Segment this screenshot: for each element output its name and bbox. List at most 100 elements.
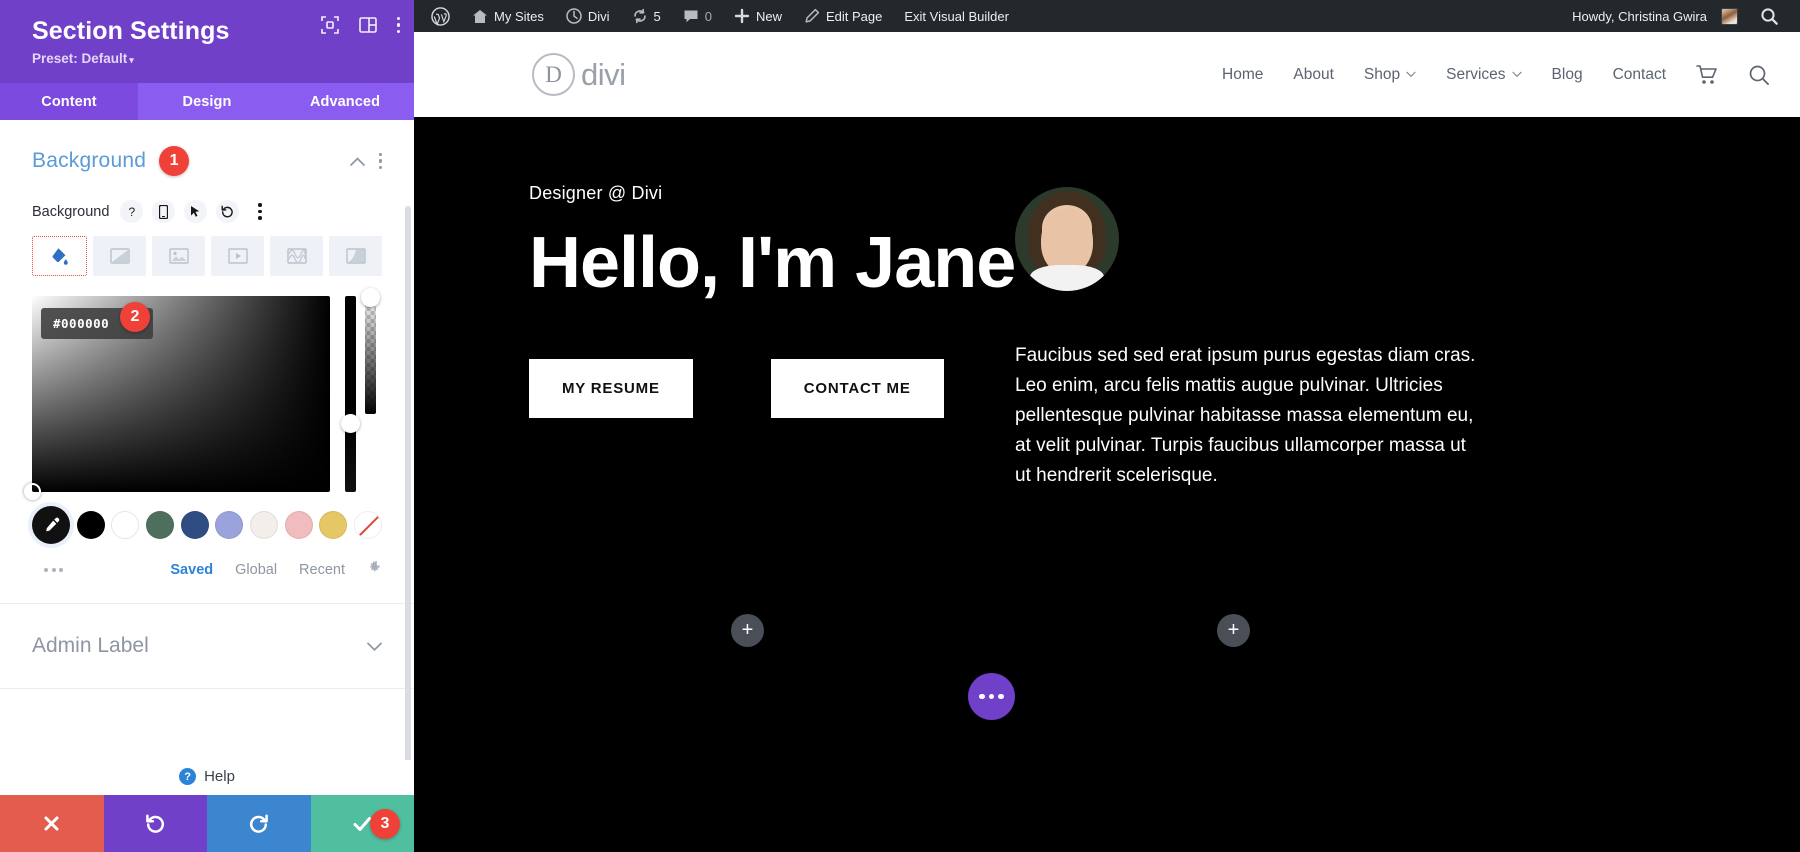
hover-cursor-icon[interactable] (184, 200, 207, 223)
search-icon[interactable] (1748, 64, 1770, 86)
nav-item-contact[interactable]: Contact (1613, 66, 1666, 84)
logo-wordmark: divi (581, 57, 626, 93)
annotation-badge-3: 3 (370, 809, 400, 839)
annotation-badge-1: 1 (159, 146, 189, 176)
cart-icon[interactable] (1696, 65, 1718, 85)
redo-button[interactable] (207, 795, 311, 852)
admin-label-title: Admin Label (32, 634, 149, 658)
background-section-header[interactable]: Background 1 (32, 120, 382, 176)
edit-page-link[interactable]: Edit Page (793, 0, 893, 32)
add-module-button-left[interactable]: + (731, 614, 764, 647)
saturation-area[interactable]: #000000 2 (32, 296, 330, 492)
chevron-down-icon[interactable] (367, 638, 382, 655)
page-settings-ellipsis-button[interactable] (968, 673, 1015, 720)
preset-selector[interactable]: Preset: Default▾ (32, 51, 394, 66)
hue-slider-handle[interactable] (341, 414, 360, 433)
nav-item-services[interactable]: Services (1446, 66, 1521, 84)
tab-design[interactable]: Design (138, 83, 276, 120)
nav-item-blog[interactable]: Blog (1552, 66, 1583, 84)
nav-label: Blog (1552, 66, 1583, 84)
exit-visual-builder-label: Exit Visual Builder (904, 9, 1009, 24)
nav-item-home[interactable]: Home (1222, 66, 1263, 84)
swatch-navy[interactable] (181, 511, 209, 539)
divi-menu[interactable]: Divi (555, 0, 621, 32)
alpha-slider-handle[interactable] (361, 288, 380, 307)
hero-right-column: Faucibus sed sed erat ipsum purus egesta… (1015, 187, 1575, 491)
swatch-off-white[interactable] (250, 511, 278, 539)
options-kebab-icon[interactable] (248, 200, 271, 223)
focus-target-icon[interactable] (321, 16, 339, 34)
new-content-menu[interactable]: New (723, 0, 793, 32)
swatch-periwinkle[interactable] (215, 511, 243, 539)
tab-advanced[interactable]: Advanced (276, 83, 414, 120)
hero-section: Designer @ Divi Hello, I'm Jane MY RESUM… (414, 117, 1800, 852)
swatch-pink[interactable] (285, 511, 313, 539)
site-logo[interactable]: D divi (532, 53, 626, 96)
nav-label: Services (1446, 66, 1505, 84)
site-header: D divi Home About Shop Services Blog Con… (414, 32, 1800, 117)
my-sites-menu[interactable]: My Sites (461, 0, 555, 32)
eyedropper-icon[interactable] (32, 506, 70, 544)
cancel-button[interactable] (0, 795, 104, 852)
section-kebab-icon[interactable] (379, 153, 383, 170)
preset-label: Preset: Default (32, 51, 127, 66)
undo-button[interactable] (104, 795, 208, 852)
color-picker[interactable]: #000000 2 (32, 296, 382, 492)
contact-me-button[interactable]: CONTACT ME (771, 359, 944, 418)
hero-left-column: Designer @ Divi Hello, I'm Jane MY RESUM… (529, 183, 1089, 418)
swatch-gold[interactable] (319, 511, 347, 539)
background-settings-group: Background 1 Background ? (0, 120, 414, 603)
nav-item-shop[interactable]: Shop (1364, 66, 1416, 84)
help-icon: ? (179, 768, 196, 785)
swatch-dark-green[interactable] (146, 511, 174, 539)
palette-tab-recent[interactable]: Recent (299, 562, 345, 578)
comments-count[interactable]: 0 (672, 0, 723, 32)
chevron-up-icon[interactable] (350, 154, 365, 169)
reset-undo-icon[interactable] (216, 200, 239, 223)
background-video-tab[interactable] (211, 236, 264, 276)
background-gradient-tab[interactable] (93, 236, 146, 276)
hue-slider[interactable] (345, 296, 356, 492)
logo-mark-icon: D (532, 53, 575, 96)
palette-footer: Saved Global Recent (32, 560, 382, 603)
panel-scrollbar[interactable] (405, 206, 411, 760)
section-divider-bottom (0, 688, 414, 689)
admin-label-section[interactable]: Admin Label (0, 604, 414, 688)
howdy-user-menu[interactable]: Howdy, Christina Gwira (1561, 0, 1749, 32)
alpha-slider[interactable] (365, 296, 376, 414)
howdy-label: Howdy, Christina Gwira (1572, 9, 1707, 24)
gear-icon[interactable] (367, 560, 382, 579)
swatch-transparent[interactable] (354, 511, 382, 539)
nav-label: Home (1222, 66, 1263, 84)
divi-label: Divi (588, 9, 610, 24)
swatch-white[interactable] (111, 511, 139, 539)
background-color-tab[interactable] (32, 236, 87, 276)
layout-columns-icon[interactable] (359, 16, 377, 34)
kebab-menu-icon[interactable] (397, 17, 401, 34)
background-pattern-tab[interactable] (270, 236, 323, 276)
palette-tab-saved[interactable]: Saved (170, 562, 213, 578)
nav-item-about[interactable]: About (1293, 66, 1334, 84)
search-icon[interactable] (1749, 0, 1790, 32)
exit-visual-builder-link[interactable]: Exit Visual Builder (893, 0, 1020, 32)
help-row[interactable]: ? Help (0, 760, 414, 795)
background-mask-tab[interactable] (329, 236, 382, 276)
save-button[interactable]: 3 (311, 795, 415, 852)
palette-tab-global[interactable]: Global (235, 562, 277, 578)
help-icon[interactable]: ? (120, 200, 143, 223)
background-image-tab[interactable] (152, 236, 205, 276)
more-swatches-icon[interactable] (44, 568, 63, 572)
hero-paragraph: Faucibus sed sed erat ipsum purus egesta… (1015, 341, 1485, 491)
tab-content[interactable]: Content (0, 83, 138, 120)
updates-count[interactable]: 5 (621, 0, 672, 32)
saturation-handle[interactable] (24, 483, 41, 500)
wordpress-logo-icon[interactable] (420, 0, 461, 32)
section-settings-panel: Section Settings Preset: Default▾ Conten… (0, 0, 414, 852)
add-module-button-right[interactable]: + (1217, 614, 1250, 647)
background-section-title: Background (32, 149, 146, 173)
swatch-black[interactable] (77, 511, 105, 539)
nav-label: Shop (1364, 66, 1400, 84)
responsive-phone-icon[interactable] (152, 200, 175, 223)
hex-value-text: #000000 (53, 316, 109, 331)
my-resume-button[interactable]: MY RESUME (529, 359, 693, 418)
